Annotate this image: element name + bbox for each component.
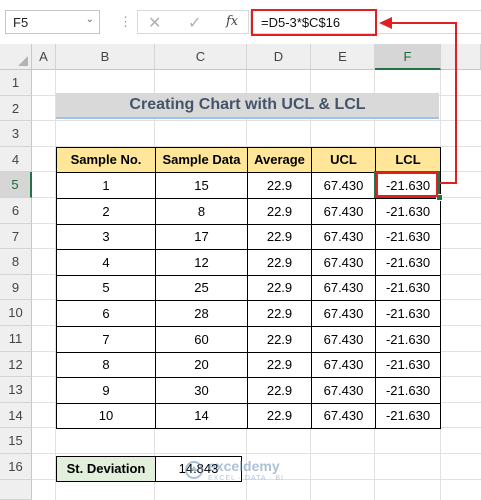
watermark-tagline: EXCEL · DATA · BI — [208, 475, 284, 482]
exceldemy-watermark: exceldemy EXCEL · DATA · BI — [184, 458, 314, 490]
annotation-arrow — [379, 17, 457, 184]
annotation-arrow-line — [392, 22, 457, 184]
watermark-brand: exceldemy — [208, 458, 280, 474]
annotation-arrow-head — [379, 17, 392, 29]
exceldemy-logo-icon — [185, 461, 203, 479]
